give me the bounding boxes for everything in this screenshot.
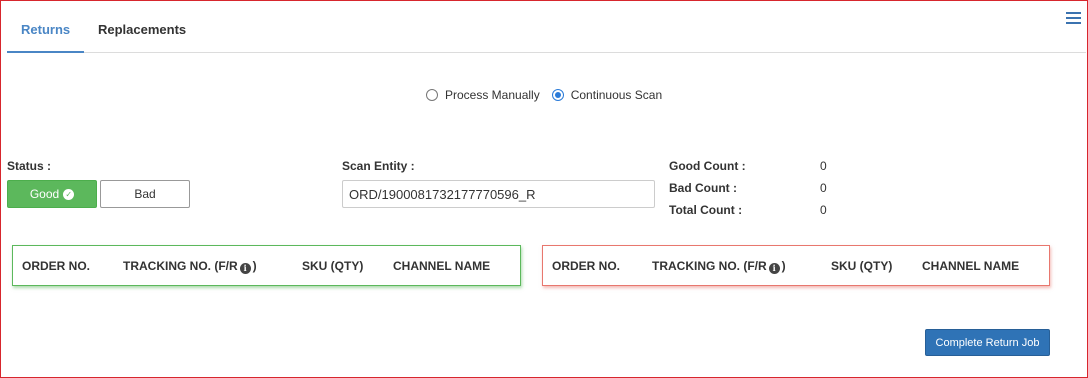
good-button-label: Good	[29, 187, 60, 201]
good-col-sku-qty: SKU (QTY)	[302, 259, 364, 273]
continuous-scan-radio[interactable]	[551, 89, 564, 101]
good-col-tracking-label: TRACKING NO. (F/R	[123, 259, 238, 273]
good-count-value: 0	[820, 159, 827, 173]
total-count-label: Total Count :	[669, 203, 743, 217]
scan-entity-input[interactable]	[342, 180, 655, 208]
info-icon[interactable]: i	[768, 263, 780, 274]
bad-count-label: Bad Count :	[669, 181, 737, 195]
good-button[interactable]: Good ✓	[7, 180, 97, 208]
hamburger-menu-icon[interactable]	[1066, 12, 1081, 24]
continuous-scan-label[interactable]: Continuous Scan	[571, 88, 662, 102]
process-manually-label[interactable]: Process Manually	[445, 88, 540, 102]
bad-col-tracking-close: )	[781, 259, 786, 273]
status-label: Status :	[7, 159, 52, 173]
process-manually-radio[interactable]	[426, 89, 438, 101]
bad-col-tracking-label: TRACKING NO. (F/R	[652, 259, 767, 273]
bad-col-sku-qty: SKU (QTY)	[831, 259, 893, 273]
check-circle-icon: ✓	[63, 188, 75, 200]
good-count-label: Good Count :	[669, 159, 746, 173]
tab-replacements[interactable]: Replacements	[84, 22, 200, 53]
bad-count-value: 0	[820, 181, 827, 195]
bad-button-label: Bad	[134, 187, 156, 201]
bad-col-tracking-no: TRACKING NO. (F/R i)	[652, 259, 786, 274]
good-items-table: ORDER NO. TRACKING NO. (F/R i) SKU (QTY) …	[12, 245, 521, 286]
tab-bar: Returns Replacements	[7, 1, 1086, 53]
good-col-channel-name: CHANNEL NAME	[393, 259, 491, 273]
returns-panel: Returns Replacements Process Manually Co…	[0, 0, 1088, 378]
total-count-value: 0	[820, 203, 827, 217]
bad-button[interactable]: Bad	[100, 180, 190, 208]
good-col-tracking-no: TRACKING NO. (F/R i)	[123, 259, 257, 274]
scan-entity-label: Scan Entity :	[342, 159, 415, 173]
good-col-tracking-close: )	[252, 259, 257, 273]
good-col-order-no: ORDER NO.	[22, 259, 91, 273]
tab-returns[interactable]: Returns	[7, 22, 84, 53]
info-icon[interactable]: i	[239, 263, 251, 274]
bad-col-channel-name: CHANNEL NAME	[922, 259, 1020, 273]
complete-return-job-button[interactable]: Complete Return Job	[925, 329, 1050, 356]
bad-col-order-no: ORDER NO.	[552, 259, 621, 273]
scan-mode-group: Process Manually Continuous Scan	[426, 87, 674, 103]
bad-items-table: ORDER NO. TRACKING NO. (F/R i) SKU (QTY) …	[542, 245, 1050, 286]
